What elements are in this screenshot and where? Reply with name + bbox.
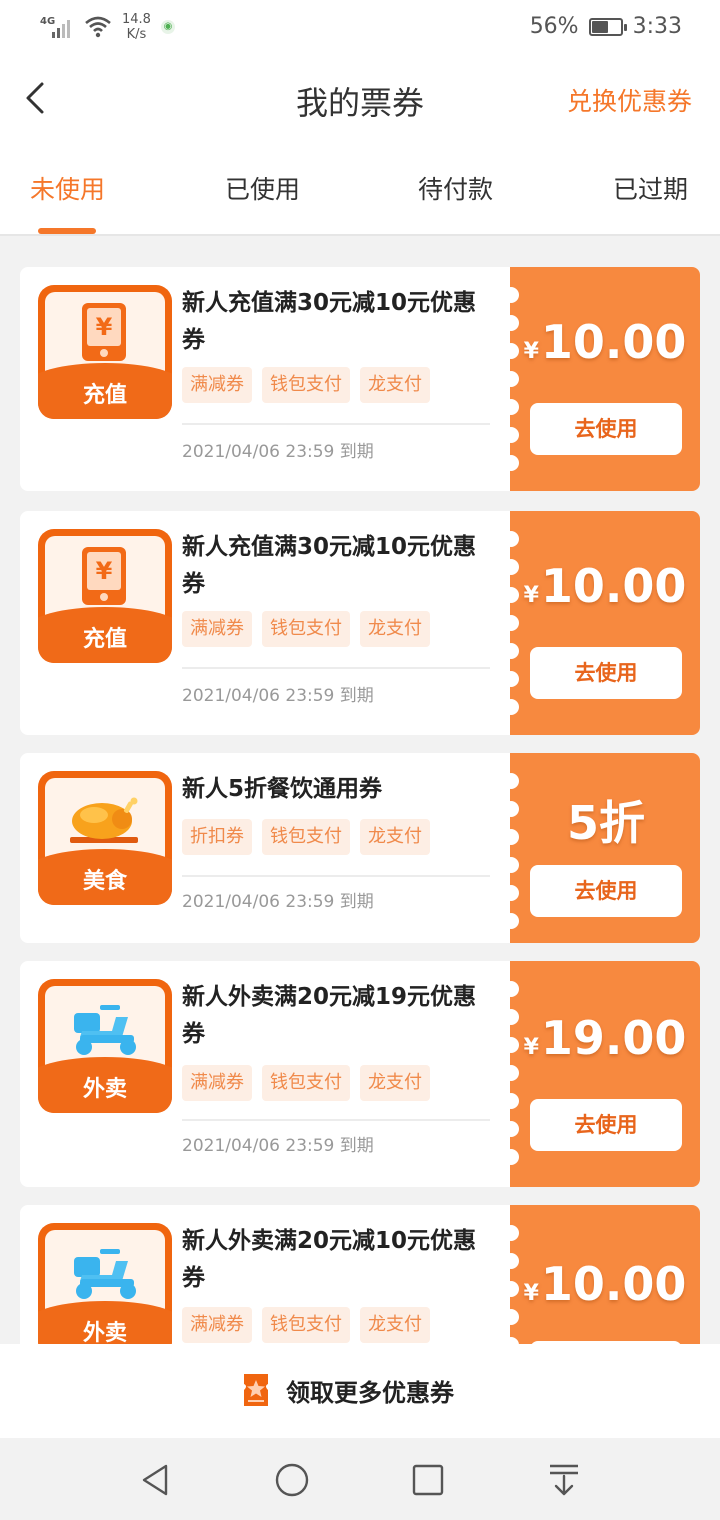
- tab-unused[interactable]: 未使用: [30, 170, 105, 206]
- battery-icon: [588, 17, 627, 36]
- recents-square-icon[interactable]: [410, 1462, 446, 1498]
- use-coupon-button[interactable]: 去使用: [530, 403, 682, 455]
- top-nav-bar: 我的票券 兑换优惠券: [0, 56, 720, 146]
- system-navigation-bar: [0, 1438, 720, 1520]
- coupon-card[interactable]: 外卖 新人外卖满20元减19元优惠券 满减券 钱包支付 龙支付 2021/04/…: [20, 961, 700, 1187]
- signal-icon: 4G: [40, 14, 74, 40]
- coupon-value-panel: ¥10.00: [503, 1205, 700, 1344]
- tab-expired[interactable]: 已过期: [613, 170, 688, 206]
- tag-chip: 龙支付: [360, 367, 430, 403]
- coupon-list[interactable]: ¥ 充值 新人充值满30元减10元优惠券 满减券 钱包支付 龙支付 2021/0…: [0, 238, 720, 1344]
- back-triangle-icon[interactable]: [138, 1462, 174, 1498]
- tag-chip: 龙支付: [360, 1065, 430, 1101]
- coupon-amount: ¥10.00: [523, 1257, 687, 1311]
- status-right: 56% 3:33: [530, 14, 682, 39]
- home-circle-icon[interactable]: [274, 1462, 310, 1498]
- coupon-value-panel: ¥19.00 去使用: [503, 961, 700, 1187]
- use-coupon-button[interactable]: 去使用: [530, 647, 682, 699]
- category-label: 充值: [82, 383, 127, 408]
- network-speed: 14.8 K/s: [122, 12, 151, 42]
- coupon-title: 新人充值满30元减10元优惠券: [182, 534, 477, 597]
- expiry-date: 2021/04/06 23:59 到期: [182, 686, 374, 706]
- coupon-title: 新人充值满30元减10元优惠券: [182, 290, 477, 353]
- divider: [182, 667, 490, 669]
- tag-chip: 龙支付: [360, 819, 430, 855]
- phone-recharge-icon: ¥: [82, 547, 126, 605]
- expiry-date: 2021/04/06 23:59 到期: [182, 892, 374, 912]
- tag-chip: 龙支付: [360, 1307, 430, 1343]
- tab-pending-payment[interactable]: 待付款: [418, 170, 493, 206]
- coupon-tags: 满减券 钱包支付 龙支付: [182, 1307, 430, 1343]
- food-category-icon: 美食: [38, 771, 172, 905]
- tag-chip: 满减券: [182, 1065, 252, 1101]
- tag-chip: 钱包支付: [262, 819, 350, 855]
- takeaway-category-icon: 外卖: [38, 979, 172, 1113]
- coupon-value-panel: ¥10.00 去使用: [503, 511, 700, 735]
- status-bar: 4G 14.8 K/s ◉ 56% 3:33: [0, 0, 720, 56]
- coupon-tags: 折扣券 钱包支付 龙支付: [182, 819, 430, 855]
- phone-recharge-icon: ¥: [82, 303, 126, 361]
- recharge-category-icon: ¥ 充值: [38, 285, 172, 419]
- coupon-tags: 满减券 钱包支付 龙支付: [182, 1065, 430, 1101]
- scooter-icon: [74, 1249, 136, 1299]
- category-label: 外卖: [82, 1077, 127, 1102]
- coupon-card[interactable]: ¥ 充值 新人充值满30元减10元优惠券 满减券 钱包支付 龙支付 2021/0…: [20, 267, 700, 491]
- coupon-title: 新人5折餐饮通用券: [182, 776, 383, 802]
- recharge-category-icon: ¥ 充值: [38, 529, 172, 663]
- coupon-card[interactable]: 美食 新人5折餐饮通用券 折扣券 钱包支付 龙支付 2021/04/06 23:…: [20, 753, 700, 943]
- app-notification-icon: ◉: [160, 20, 175, 34]
- notification-pull-down-icon[interactable]: [546, 1462, 582, 1498]
- ticket-icon: [244, 1374, 268, 1406]
- redeem-coupon-link[interactable]: 兑换优惠券: [567, 82, 692, 118]
- clock: 3:33: [632, 14, 682, 39]
- use-coupon-button[interactable]: 去使用: [530, 865, 682, 917]
- coupon-amount: ¥19.00: [523, 1011, 687, 1065]
- tag-chip: 钱包支付: [262, 1065, 350, 1101]
- tab-bar: 未使用 已使用 待付款 已过期: [0, 146, 720, 236]
- active-tab-indicator: [38, 228, 96, 234]
- coupon-title: 新人外卖满20元减19元优惠券: [182, 984, 477, 1047]
- tab-used[interactable]: 已使用: [225, 170, 300, 206]
- coupon-value-panel: ¥10.00 去使用: [503, 267, 700, 491]
- tag-chip: 龙支付: [360, 611, 430, 647]
- tag-chip: 满减券: [182, 611, 252, 647]
- get-more-coupons-label: 领取更多优惠券: [286, 1378, 454, 1407]
- divider: [182, 1119, 490, 1121]
- tag-chip: 钱包支付: [262, 367, 350, 403]
- divider: [182, 875, 490, 877]
- coupon-discount: 5折: [566, 796, 645, 850]
- tag-chip: 钱包支付: [262, 1307, 350, 1343]
- coupon-tags: 满减券 钱包支付 龙支付: [182, 611, 430, 647]
- tag-chip: 钱包支付: [262, 611, 350, 647]
- takeaway-category-icon: 外卖: [38, 1223, 172, 1344]
- tag-chip: 满减券: [182, 367, 252, 403]
- bottom-action-bar: 领取更多优惠券: [0, 1344, 720, 1438]
- expiry-date: 2021/04/06 23:59 到期: [182, 1136, 374, 1156]
- get-more-coupons-button[interactable]: 领取更多优惠券: [238, 1370, 454, 1410]
- coupon-card[interactable]: 外卖 新人外卖满20元减10元优惠券 满减券 钱包支付 龙支付 ¥10.00: [20, 1205, 700, 1344]
- battery-percent: 56%: [529, 14, 579, 39]
- tag-chip: 满减券: [182, 1307, 252, 1343]
- coupon-tags: 满减券 钱包支付 龙支付: [182, 367, 430, 403]
- coupon-value-panel: 5折 去使用: [503, 753, 700, 943]
- coupon-amount: ¥10.00: [523, 559, 687, 613]
- roast-chicken-icon: [70, 797, 138, 843]
- use-coupon-button[interactable]: 去使用: [530, 1099, 682, 1151]
- coupon-amount: ¥10.00: [523, 315, 687, 369]
- wifi-icon: [85, 16, 111, 38]
- category-label: 外卖: [82, 1321, 127, 1344]
- category-label: 美食: [82, 869, 127, 894]
- tag-chip: 折扣券: [182, 819, 252, 855]
- status-left: 4G 14.8 K/s ◉: [40, 12, 175, 42]
- expiry-date: 2021/04/06 23:59 到期: [182, 442, 374, 462]
- scooter-icon: [74, 1005, 136, 1055]
- coupon-card[interactable]: ¥ 充值 新人充值满30元减10元优惠券 满减券 钱包支付 龙支付 2021/0…: [20, 511, 700, 735]
- coupon-title: 新人外卖满20元减10元优惠券: [182, 1228, 477, 1291]
- category-label: 充值: [82, 627, 127, 652]
- divider: [182, 423, 490, 425]
